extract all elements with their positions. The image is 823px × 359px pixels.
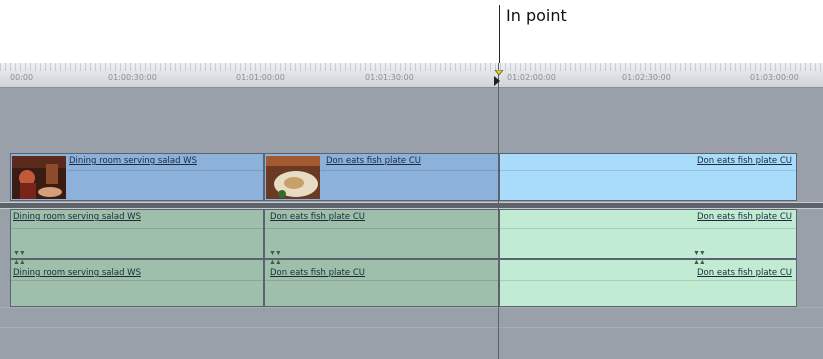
clip-divider [265, 228, 498, 229]
timecode-label: 01:01:30:00 [365, 73, 414, 82]
clip-divider [500, 280, 796, 281]
clip-divider [67, 170, 263, 171]
clip-divider [500, 228, 796, 229]
stereo-link-icon: ▲▲ [13, 259, 26, 266]
clip-name: Dining room serving salad WS [13, 212, 141, 222]
in-point-marker-icon[interactable] [494, 70, 504, 86]
audio-clip[interactable]: Don eats fish plate CU ▼▼ [264, 209, 499, 259]
empty-audio-track [0, 327, 823, 359]
audio-track-1: Dining room serving salad WS ▼▼ Don eats… [0, 209, 823, 259]
timecode-label: 00:00 [10, 73, 34, 82]
audio-clip[interactable]: ▲▲ Dining room serving salad WS [10, 259, 264, 307]
timecode-ruler[interactable]: 00:00 01:00:30:00 01:01:00:00 01:01:30:0… [0, 63, 823, 88]
clip-divider [11, 280, 263, 281]
clip-name: Dining room serving salad WS [13, 268, 141, 278]
audio-track-2: ▲▲ Dining room serving salad WS ▲▲ Don e… [0, 259, 823, 307]
timecode-label: 01:03:00:00 [750, 73, 799, 82]
clip-name: Don eats fish plate CU [270, 268, 365, 278]
clip-thumbnail [12, 156, 66, 199]
clip-divider [265, 280, 498, 281]
clip-divider [500, 170, 796, 171]
clip-name: Don eats fish plate CU [697, 156, 792, 166]
video-audio-separator[interactable] [0, 202, 823, 209]
clip-name: Don eats fish plate CU [326, 156, 421, 166]
audio-clip-selected[interactable]: Don eats fish plate CU ▼▼ [499, 209, 797, 259]
video-clip[interactable]: Dining room serving salad WS [10, 153, 264, 201]
clip-name: Dining room serving salad WS [69, 156, 197, 166]
audio-clip[interactable]: Dining room serving salad WS ▼▼ [10, 209, 264, 259]
empty-upper-track-area [0, 88, 823, 152]
clip-name: Don eats fish plate CU [697, 268, 792, 278]
timecode-label: 01:00:30:00 [108, 73, 157, 82]
ruler-ticks [0, 63, 823, 71]
timecode-label: 01:02:30:00 [622, 73, 671, 82]
empty-audio-track [0, 307, 823, 328]
video-track: Dining room serving salad WS Don eats fi… [0, 153, 823, 201]
timecode-label: 01:01:00:00 [236, 73, 285, 82]
clip-divider [11, 228, 263, 229]
video-clip[interactable]: Don eats fish plate CU [264, 153, 499, 201]
audio-clip-selected[interactable]: ▲▲ Don eats fish plate CU [499, 259, 797, 307]
timecode-label: 01:02:00:00 [507, 73, 556, 82]
clip-name: Don eats fish plate CU [697, 212, 792, 222]
in-point-callout-line [499, 5, 500, 63]
stereo-link-icon: ▼▼ [693, 250, 706, 257]
clip-thumbnail [266, 156, 320, 199]
stereo-link-icon: ▲▲ [269, 259, 282, 266]
audio-clip[interactable]: ▲▲ Don eats fish plate CU [264, 259, 499, 307]
playhead-line[interactable] [498, 63, 499, 359]
clip-name: Don eats fish plate CU [270, 212, 365, 222]
clip-divider [321, 170, 498, 171]
in-point-callout-label: In point [506, 6, 567, 25]
stereo-link-icon: ▲▲ [693, 259, 706, 266]
stereo-link-icon: ▼▼ [269, 250, 282, 257]
video-clip-selected[interactable]: Don eats fish plate CU [499, 153, 797, 201]
timeline[interactable]: 00:00 01:00:30:00 01:01:00:00 01:01:30:0… [0, 63, 823, 359]
stereo-link-icon: ▼▼ [13, 250, 26, 257]
